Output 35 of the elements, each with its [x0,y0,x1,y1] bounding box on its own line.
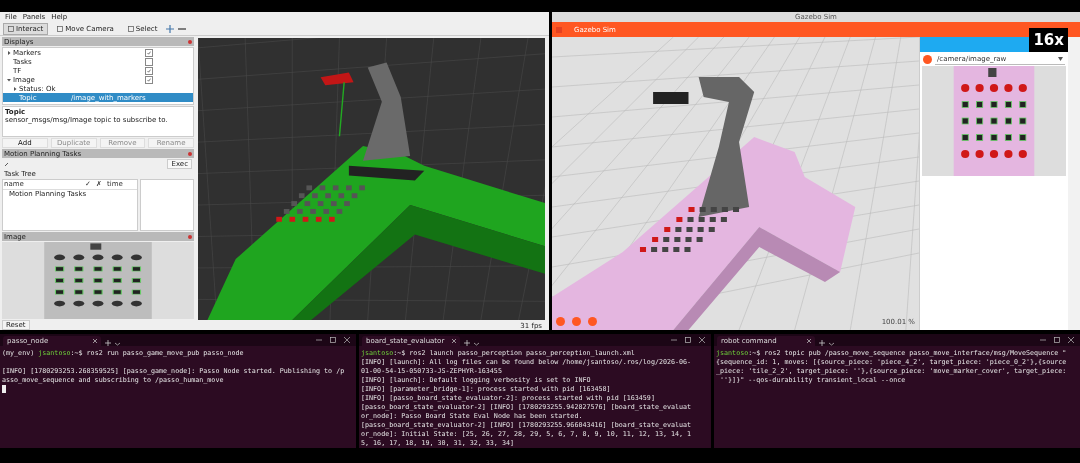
step-button[interactable] [572,317,581,326]
minimize-icon[interactable] [316,337,322,343]
close-icon[interactable] [344,337,350,343]
close-icon[interactable] [188,39,192,44]
add-icon[interactable] [105,340,111,346]
checkbox[interactable] [145,75,153,84]
close-icon[interactable] [188,234,192,239]
close-icon[interactable] [1068,337,1074,343]
minimize-icon[interactable] [671,337,677,343]
check-icon [147,50,151,55]
chevron-icon[interactable] [115,342,120,346]
close-icon[interactable] [699,337,705,343]
checkbox[interactable] [145,48,153,57]
chevron-icon[interactable] [829,342,834,346]
checkbox[interactable] [145,66,153,75]
checkbox[interactable] [145,57,153,66]
reset-button[interactable] [588,317,597,326]
maximize-icon[interactable] [330,337,336,343]
maximize-icon[interactable] [685,337,691,343]
close-icon[interactable] [93,339,97,343]
caret-icon [1058,56,1063,61]
speed-badge: 16x [1029,28,1068,52]
add-icon[interactable] [819,340,825,346]
task-details-pane [140,179,194,231]
play-pause-button[interactable] [556,317,565,326]
chevron-icon[interactable] [474,342,479,346]
add-icon[interactable] [464,340,470,346]
maximize-icon[interactable] [1054,337,1060,343]
plus-icon[interactable] [166,24,175,33]
close-icon[interactable] [188,151,192,156]
close-icon[interactable] [807,339,811,343]
text-cursor [2,385,6,393]
close-icon[interactable] [452,339,456,343]
minimize-icon[interactable] [1040,337,1046,343]
caret-icon [7,50,11,55]
